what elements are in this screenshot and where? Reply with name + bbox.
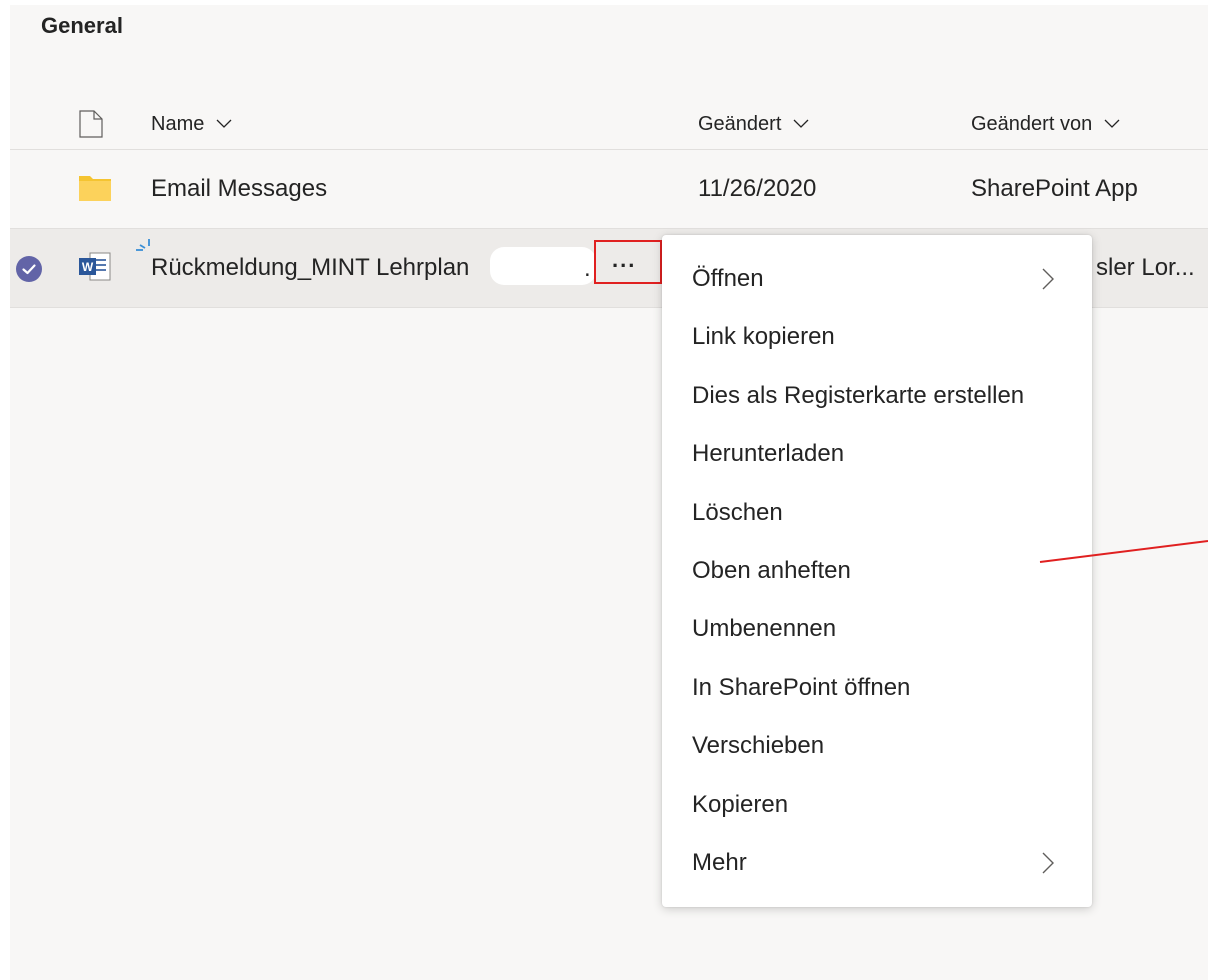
menu-item-copy[interactable]: Kopieren: [662, 777, 1092, 835]
files-page: General Name Geändert Geändert von Email…: [10, 5, 1208, 980]
menu-item-label: Oben anheften: [692, 557, 851, 584]
file-name-ellipsis: .: [584, 255, 591, 282]
modified-by: SharePoint App: [971, 175, 1138, 202]
menu-item-label: Mehr: [692, 849, 747, 876]
more-options-button[interactable]: ...: [594, 240, 662, 284]
menu-item-open[interactable]: Öffnen: [662, 251, 1092, 309]
word-document-icon: W: [78, 251, 112, 288]
column-header-name[interactable]: Name: [151, 113, 232, 136]
menu-item-download[interactable]: Herunterladen: [662, 426, 1092, 484]
menu-item-label: In SharePoint öffnen: [692, 674, 911, 701]
modified-by: sler Lor...: [1096, 254, 1195, 281]
context-menu: Öffnen Link kopieren Dies als Registerka…: [662, 235, 1092, 907]
folder-icon: [78, 174, 112, 207]
column-header-modified-by-label: Geändert von: [971, 113, 1093, 135]
channel-title: General: [41, 13, 123, 38]
column-header-modified-label: Geändert: [698, 113, 782, 135]
column-header-modified-by[interactable]: Geändert von: [971, 113, 1120, 136]
menu-item-more[interactable]: Mehr: [662, 835, 1092, 893]
menu-item-label: Link kopieren: [692, 323, 835, 350]
modified-date: 11/26/2020: [698, 175, 817, 202]
menu-item-label: Kopieren: [692, 791, 789, 818]
menu-item-open-in-sharepoint[interactable]: In SharePoint öffnen: [662, 660, 1092, 718]
menu-item-move[interactable]: Verschieben: [662, 718, 1092, 776]
chevron-right-icon: [1042, 268, 1054, 295]
file-list-header: Name Geändert Geändert von: [10, 97, 1208, 150]
file-name[interactable]: Rückmeldung_MINT Lehrplan: [151, 254, 469, 282]
menu-item-delete[interactable]: Löschen: [662, 485, 1092, 543]
table-row[interactable]: Email Messages 11/26/2020 SharePoint App: [10, 150, 1208, 229]
menu-item-label: Umbenennen: [692, 615, 837, 642]
chevron-right-icon: [1042, 852, 1054, 879]
more-options-icon: ...: [612, 247, 637, 272]
chevron-down-icon: [1104, 112, 1120, 135]
menu-item-label: Löschen: [692, 499, 783, 526]
file-type-icon[interactable]: [78, 110, 104, 138]
chevron-down-icon: [793, 112, 809, 135]
new-file-indicator-icon: [134, 237, 152, 258]
menu-item-copy-link[interactable]: Link kopieren: [662, 309, 1092, 367]
file-name[interactable]: Email Messages: [151, 175, 327, 203]
column-header-modified[interactable]: Geändert: [698, 113, 809, 136]
menu-item-label: Herunterladen: [692, 440, 845, 467]
svg-text:W: W: [82, 260, 94, 274]
redaction-box: [490, 247, 596, 285]
chevron-down-icon: [216, 112, 232, 135]
column-header-name-label: Name: [151, 113, 205, 135]
selected-check-icon[interactable]: [16, 256, 42, 282]
menu-item-label: Öffnen: [692, 265, 764, 292]
menu-item-label: Verschieben: [692, 732, 825, 759]
menu-item-make-tab[interactable]: Dies als Registerkarte erstellen: [662, 368, 1092, 426]
menu-item-rename[interactable]: Umbenennen: [662, 601, 1092, 659]
menu-item-label: Dies als Registerkarte erstellen: [692, 382, 1025, 409]
menu-item-pin-to-top[interactable]: Oben anheften: [662, 543, 1092, 601]
